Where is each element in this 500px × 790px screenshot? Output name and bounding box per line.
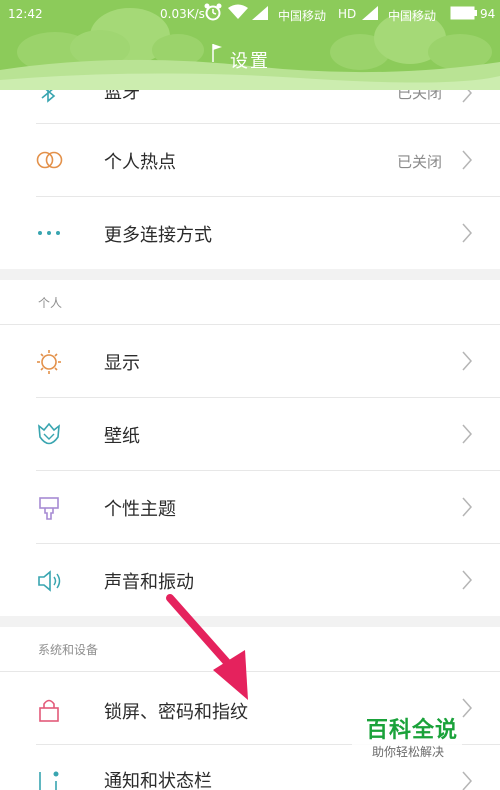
- section-gap: [0, 616, 500, 627]
- chevron-right-icon: [461, 350, 473, 376]
- chevron-right-icon: [461, 149, 473, 175]
- list-item-label: 声音和振动: [104, 572, 194, 593]
- list-item-value: 已关闭: [396, 90, 442, 102]
- alarm-clock-icon: [204, 3, 222, 24]
- status-net-speed: 0.03K/s: [160, 7, 205, 21]
- list-item-label: 个性主题: [104, 499, 176, 520]
- section-header-personal: 个人: [38, 296, 63, 310]
- notification-icon: [36, 769, 62, 790]
- status-carrier-1: 中国移动: [278, 9, 327, 23]
- watermark-subtitle: 助你轻松解决: [372, 745, 445, 759]
- speaker-icon: [36, 568, 64, 598]
- bluetooth-icon: [36, 90, 60, 108]
- chevron-right-icon: [461, 423, 473, 449]
- section-header-system: 系统和设备: [38, 643, 99, 657]
- list-item-value: 已关闭: [396, 153, 442, 171]
- status-time: 12:42: [8, 7, 43, 21]
- list-item-label: 通知和状态栏: [104, 771, 212, 790]
- chevron-right-icon: [461, 90, 473, 108]
- status-battery-level: 94: [480, 7, 496, 21]
- signal-icon: [252, 6, 268, 23]
- watermark-title: 百科全说: [366, 718, 459, 743]
- list-item-label: 显示: [104, 353, 140, 374]
- list-item-sound-vibration[interactable]: 声音和振动: [0, 544, 500, 616]
- list-item-bluetooth[interactable]: 蓝牙 已关闭: [0, 90, 500, 124]
- chevron-right-icon: [461, 222, 473, 248]
- header-bar: 12:42 0.03K/s 中国移动 HD 中国移动 94 设置: [0, 0, 500, 90]
- more-dots-icon: [36, 223, 64, 247]
- sun-icon: [36, 349, 62, 379]
- list-item-label: 个人热点: [104, 152, 176, 173]
- list-item-wallpaper[interactable]: 壁纸: [0, 398, 500, 470]
- chevron-right-icon: [461, 770, 473, 790]
- hotspot-rings-icon: [36, 148, 64, 176]
- list-item-hotspot[interactable]: 个人热点 已关闭: [0, 124, 500, 196]
- list-item-display[interactable]: 显示: [0, 325, 500, 397]
- status-bar: 12:42 0.03K/s 中国移动 HD 中国移动 94: [0, 0, 500, 30]
- chevron-right-icon: [461, 569, 473, 595]
- list-item-label: 锁屏、密码和指纹: [104, 702, 248, 723]
- section-gap: [0, 269, 500, 280]
- list-item-label: 壁纸: [104, 426, 140, 447]
- paint-brush-icon: [36, 495, 62, 525]
- signal-icon: [362, 6, 378, 23]
- status-carrier-2: 中国移动: [388, 9, 437, 23]
- chevron-right-icon: [461, 496, 473, 522]
- wifi-icon: [228, 4, 248, 23]
- chevron-right-icon: [461, 697, 473, 723]
- tulip-icon: [36, 422, 62, 452]
- status-hd: HD: [338, 7, 357, 21]
- list-item-themes[interactable]: 个性主题: [0, 471, 500, 543]
- list-item-label: 更多连接方式: [104, 225, 212, 246]
- lock-icon: [36, 696, 62, 728]
- list-item-label: 蓝牙: [104, 90, 140, 103]
- battery-icon: [450, 6, 478, 23]
- page-title: 设置: [230, 51, 270, 72]
- list-item-more-connections[interactable]: 更多连接方式: [0, 197, 500, 269]
